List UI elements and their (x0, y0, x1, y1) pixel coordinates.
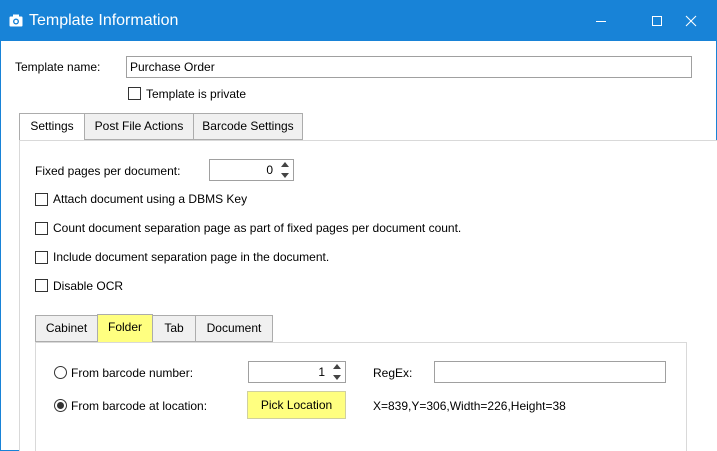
disable-ocr-checkbox[interactable] (35, 279, 48, 292)
tab-post-file-actions[interactable]: Post File Actions (84, 113, 194, 140)
folder-panel (35, 342, 687, 451)
close-icon (685, 15, 697, 27)
template-name-label: Template name: (15, 60, 101, 74)
template-private-checkbox[interactable] (128, 87, 141, 100)
spinner-arrows[interactable] (280, 162, 290, 178)
tab-settings[interactable]: Settings (19, 113, 85, 141)
include-separation-page-label: Include document separation page in the … (53, 250, 330, 264)
pick-location-button[interactable]: Pick Location (247, 391, 346, 419)
regex-label: RegEx: (373, 366, 413, 380)
barcode-number-spinner[interactable]: 1 (248, 361, 346, 383)
barcode-number-value: 1 (318, 365, 325, 379)
close-button[interactable] (669, 1, 713, 41)
from-barcode-location-radio[interactable] (54, 399, 67, 412)
fixed-pages-label: Fixed pages per document: (35, 164, 181, 178)
minimize-icon (596, 21, 606, 22)
disable-ocr-label: Disable OCR (53, 279, 124, 293)
chevron-up-icon[interactable] (333, 364, 341, 369)
fixed-pages-value: 0 (266, 163, 273, 177)
title-bar[interactable]: Template Information (1, 1, 716, 41)
fixed-pages-spinner[interactable]: 0 (209, 159, 294, 181)
from-barcode-number-radio[interactable] (54, 366, 67, 379)
chevron-up-icon[interactable] (281, 162, 289, 167)
spinner-arrows[interactable] (332, 364, 342, 380)
subtab-document[interactable]: Document (195, 315, 273, 342)
template-information-window: Template Information Template name: Purc… (0, 0, 717, 451)
template-name-field[interactable]: Purchase Order (126, 56, 692, 78)
regex-field[interactable] (434, 361, 666, 383)
attach-dbms-key-checkbox[interactable] (35, 193, 48, 206)
from-barcode-number-label: From barcode number: (71, 366, 194, 380)
subtab-folder[interactable]: Folder (97, 314, 153, 343)
radio-selected-dot (57, 402, 64, 409)
template-private-label: Template is private (146, 87, 247, 101)
count-separation-page-checkbox[interactable] (35, 222, 48, 235)
maximize-icon (652, 16, 662, 26)
chevron-down-icon[interactable] (281, 173, 289, 178)
subtab-tab[interactable]: Tab (152, 315, 196, 342)
window-title: Template Information (29, 12, 179, 29)
camera-icon (9, 14, 23, 27)
minimize-button[interactable] (579, 1, 623, 41)
chevron-down-icon[interactable] (333, 375, 341, 380)
attach-dbms-key-label: Attach document using a DBMS Key (53, 192, 248, 206)
count-separation-page-label: Count document separation page as part o… (53, 221, 462, 235)
tab-barcode-settings[interactable]: Barcode Settings (193, 113, 303, 140)
location-coordinates-text: X=839,Y=306,Width=226,Height=38 (373, 399, 566, 413)
from-barcode-location-label: From barcode at location: (71, 399, 208, 413)
subtab-cabinet[interactable]: Cabinet (35, 315, 98, 342)
include-separation-page-checkbox[interactable] (35, 251, 48, 264)
